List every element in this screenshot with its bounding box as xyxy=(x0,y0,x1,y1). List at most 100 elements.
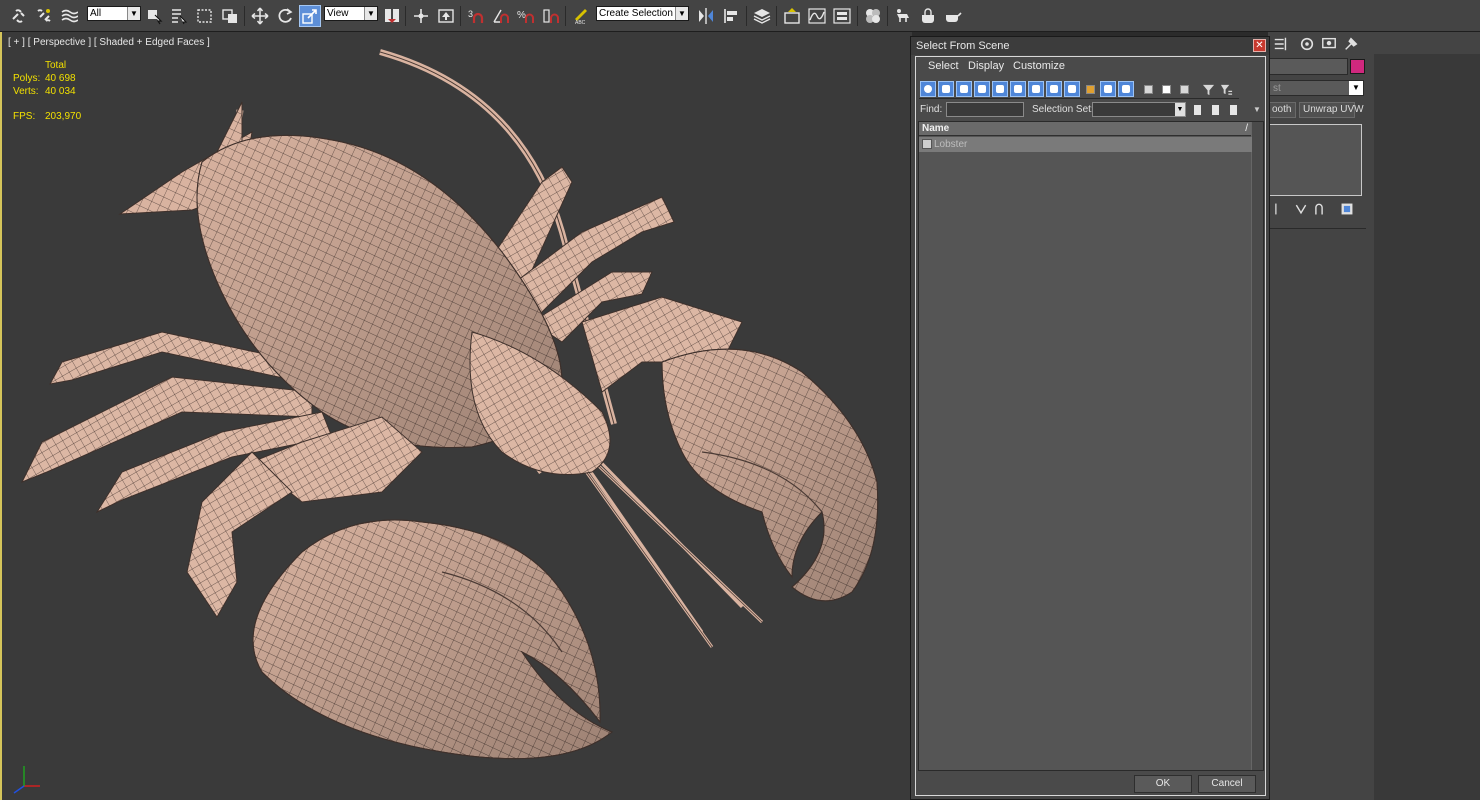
unlink-icon[interactable] xyxy=(33,5,55,27)
align-icon[interactable] xyxy=(720,5,742,27)
pin-stack-icon[interactable] xyxy=(1270,200,1288,218)
toolbar-separator xyxy=(776,6,777,26)
rectangular-selection-icon[interactable] xyxy=(194,5,216,27)
window-crossing-icon[interactable] xyxy=(219,5,241,27)
command-panel: st ▼ ooth Unwrap UVW xyxy=(1268,32,1480,800)
schematic-view-icon[interactable] xyxy=(831,5,853,27)
remove-from-selection-set-icon[interactable] xyxy=(1226,102,1240,117)
filter-bones-icon[interactable] xyxy=(1064,81,1080,97)
modifier-stack-list[interactable] xyxy=(1268,124,1362,196)
link-icon[interactable] xyxy=(8,5,30,27)
cancel-button[interactable]: Cancel xyxy=(1198,775,1256,793)
find-input[interactable] xyxy=(946,102,1024,117)
select-from-scene-dialog: Select From Scene ✕ Select Display Custo… xyxy=(910,36,1270,800)
lobster-model[interactable] xyxy=(2,32,912,800)
bind-space-warp-icon[interactable] xyxy=(58,5,80,27)
name-column-label: Name xyxy=(922,123,950,134)
utilities-tab-icon[interactable] xyxy=(1342,35,1360,53)
menu-display[interactable]: Display xyxy=(968,60,1004,72)
find-row: Find: Selection Set: ▼ ▼ xyxy=(916,101,1265,119)
curve-editor-icon[interactable] xyxy=(806,5,828,27)
toolbar-separator xyxy=(857,6,858,26)
filter-space-warps-icon[interactable] xyxy=(1010,81,1026,97)
make-unique-icon[interactable] xyxy=(1310,200,1328,218)
display-invert-icon[interactable] xyxy=(1176,81,1192,97)
object-color-swatch[interactable] xyxy=(1350,59,1365,74)
display-none-icon[interactable] xyxy=(1158,81,1174,97)
filter-funnel-icon[interactable] xyxy=(1200,81,1216,97)
toolbar-separator xyxy=(746,6,747,26)
chevron-down-icon: ▼ xyxy=(1349,81,1363,95)
create-selection-set-icon[interactable] xyxy=(1190,102,1204,117)
filter-helpers-icon[interactable] xyxy=(992,81,1008,97)
reference-coordinate-value: View xyxy=(327,8,349,19)
svg-text:3: 3 xyxy=(468,9,473,19)
hierarchy-tab-icon[interactable] xyxy=(1272,35,1290,53)
snap-3d-icon[interactable]: 3 xyxy=(465,5,487,27)
filter-xrefs-icon[interactable] xyxy=(1046,81,1062,97)
percent-snap-icon[interactable]: % xyxy=(515,5,537,27)
select-by-name-icon[interactable] xyxy=(168,5,190,27)
named-selection-set-dropdown[interactable]: Create Selection Se ▼ xyxy=(596,6,689,21)
selection-filter-dropdown[interactable]: All ▼ xyxy=(87,6,141,21)
scene-object-list[interactable]: Name / Lobster xyxy=(918,121,1264,771)
ok-button[interactable]: OK xyxy=(1134,775,1192,793)
filter-options-icon[interactable] xyxy=(1218,81,1234,97)
close-button[interactable]: ✕ xyxy=(1253,39,1266,52)
dialog-titlebar[interactable]: Select From Scene ✕ xyxy=(911,37,1269,55)
show-end-result-icon[interactable] xyxy=(1292,200,1310,218)
dialog-menubar: Select Display Customize xyxy=(916,57,1265,75)
list-item-label: Lobster xyxy=(934,139,968,150)
perspective-viewport[interactable]: [ + ] [ Perspective ] [ Shaded + Edged F… xyxy=(0,32,912,800)
options-chevron-icon[interactable]: ▼ xyxy=(1250,102,1264,117)
select-manipulate-icon[interactable] xyxy=(410,5,432,27)
display-all-icon[interactable] xyxy=(1140,81,1156,97)
edit-named-selection-icon[interactable]: ABC xyxy=(570,5,592,27)
add-to-selection-set-icon[interactable] xyxy=(1208,102,1222,117)
spinner-snap-icon[interactable] xyxy=(540,5,562,27)
chevron-down-icon: ▼ xyxy=(1175,103,1185,116)
reference-coordinate-dropdown[interactable]: View ▼ xyxy=(324,6,378,21)
chevron-down-icon: ▼ xyxy=(675,7,688,20)
chevron-down-icon: ▼ xyxy=(127,7,140,20)
filter-cameras-icon[interactable] xyxy=(974,81,990,97)
angle-snap-icon[interactable] xyxy=(490,5,512,27)
render-setup-icon[interactable] xyxy=(892,5,914,27)
configure-modifier-sets-icon[interactable] xyxy=(1338,200,1356,218)
dialog-body: Select Display Customize Find: Selection… xyxy=(915,56,1266,796)
menu-select[interactable]: Select xyxy=(928,60,959,72)
mirror-icon[interactable] xyxy=(695,5,717,27)
filter-frozen-icon[interactable] xyxy=(1100,81,1116,97)
selection-set-dropdown[interactable]: ▼ xyxy=(1092,102,1186,117)
select-object-icon[interactable] xyxy=(144,5,166,27)
pivot-icon[interactable] xyxy=(381,5,403,27)
toggle-ribbon-icon[interactable] xyxy=(781,5,803,27)
toolbar-separator xyxy=(460,6,461,26)
keyboard-shortcut-icon[interactable] xyxy=(435,5,457,27)
object-name-field[interactable] xyxy=(1268,58,1348,75)
chevron-down-icon: ▼ xyxy=(364,7,377,20)
motion-tab-icon[interactable] xyxy=(1298,35,1316,53)
list-scrollbar[interactable] xyxy=(1251,122,1263,770)
unwrap-uvw-button[interactable]: Unwrap UVW xyxy=(1299,102,1364,118)
find-label: Find: xyxy=(920,104,943,115)
rotate-icon[interactable] xyxy=(274,5,296,27)
menu-customize[interactable]: Customize xyxy=(1013,60,1065,72)
material-editor-icon[interactable] xyxy=(862,5,884,27)
filter-groups-icon[interactable] xyxy=(1028,81,1044,97)
layer-manager-icon[interactable] xyxy=(751,5,773,27)
filter-lights-icon[interactable] xyxy=(956,81,972,97)
filter-containers-icon[interactable] xyxy=(1082,81,1098,97)
turbosmooth-button[interactable]: ooth xyxy=(1268,102,1296,118)
modifier-list-dropdown[interactable]: st ▼ xyxy=(1268,80,1364,96)
name-column-header[interactable]: Name / xyxy=(919,122,1252,136)
rendered-frame-icon[interactable] xyxy=(917,5,939,27)
display-tab-icon[interactable] xyxy=(1320,35,1338,53)
move-icon[interactable] xyxy=(249,5,271,27)
list-item[interactable]: Lobster xyxy=(919,137,1252,152)
filter-geometry-icon[interactable] xyxy=(920,81,936,97)
render-icon[interactable] xyxy=(942,5,964,27)
filter-hidden-icon[interactable] xyxy=(1118,81,1134,97)
filter-shapes-icon[interactable] xyxy=(938,81,954,97)
scale-icon[interactable] xyxy=(299,5,321,27)
